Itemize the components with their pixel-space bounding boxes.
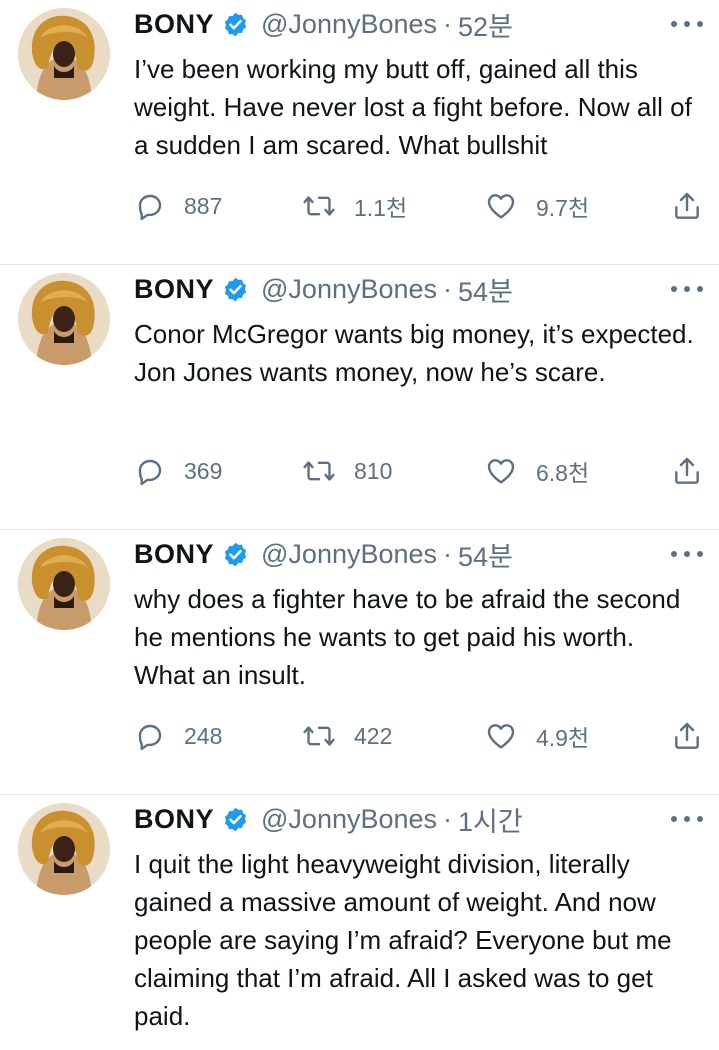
tweet-text: I quit the light heavyweight division, l… — [134, 849, 679, 1031]
like-count: 4.9천 — [536, 725, 590, 751]
like-button[interactable]: 9.7천 — [484, 186, 589, 226]
tweet[interactable]: BONY @JonnyBones · 54분 Conor McGregor wa… — [0, 265, 719, 530]
reply-button[interactable]: 887 — [134, 186, 222, 226]
display-name[interactable]: BONY — [134, 804, 214, 835]
retweet-button[interactable]: 422 — [302, 716, 392, 756]
retweet-count: 422 — [354, 722, 393, 749]
share-button[interactable] — [671, 186, 703, 226]
verified-badge-icon — [222, 276, 249, 303]
timestamp[interactable]: 54분 — [458, 535, 513, 574]
handle[interactable]: @JonnyBones — [261, 539, 437, 570]
retweet-count: 810 — [354, 457, 393, 484]
avatar[interactable] — [18, 538, 110, 630]
handle[interactable]: @JonnyBones — [261, 804, 437, 835]
tweet-text: Conor McGregor wants big money, it’s exp… — [134, 319, 701, 387]
separator: · — [443, 803, 453, 834]
display-name[interactable]: BONY — [134, 274, 214, 305]
retweet-button[interactable]: 810 — [302, 451, 392, 491]
avatar[interactable] — [18, 8, 110, 100]
timestamp[interactable]: 1시간 — [458, 800, 523, 839]
like-button[interactable]: 6.8천 — [484, 451, 589, 491]
reply-count: 369 — [184, 457, 223, 484]
verified-badge-icon — [222, 541, 249, 568]
tweet-text: I’ve been working my butt off, gained al… — [134, 54, 700, 160]
tweet[interactable]: BONY @JonnyBones · 52분 I’ve been working… — [0, 0, 719, 265]
action-bar: 887 1.1천 9.7천 — [134, 186, 703, 226]
tweet-text: why does a fighter have to be afraid the… — [134, 584, 688, 690]
like-count: 9.7천 — [536, 195, 590, 221]
share-icon — [675, 457, 699, 484]
timestamp[interactable]: 52분 — [458, 5, 513, 44]
share-icon — [675, 722, 699, 749]
share-button[interactable] — [671, 716, 703, 756]
display-name[interactable]: BONY — [134, 539, 214, 570]
retweet-button[interactable]: 1.1천 — [302, 186, 407, 226]
separator: · — [443, 273, 453, 304]
handle[interactable]: @JonnyBones — [261, 274, 437, 305]
tweet[interactable]: BONY @JonnyBones · 1시간 I quit the light … — [0, 795, 719, 1050]
handle[interactable]: @JonnyBones — [261, 9, 437, 40]
share-icon — [675, 192, 699, 219]
reply-button[interactable]: 248 — [134, 716, 222, 756]
timestamp[interactable]: 54분 — [458, 270, 513, 309]
share-button[interactable] — [671, 451, 703, 491]
like-button[interactable]: 4.9천 — [484, 716, 589, 756]
separator: · — [443, 8, 453, 39]
heart-icon — [487, 724, 515, 749]
more-icon[interactable] — [671, 544, 703, 564]
more-icon[interactable] — [671, 279, 703, 299]
more-icon[interactable] — [671, 14, 703, 34]
action-bar: 248 422 4.9천 — [134, 716, 703, 756]
reply-icon — [138, 194, 162, 221]
more-icon[interactable] — [671, 809, 703, 829]
avatar[interactable] — [18, 803, 110, 895]
separator: · — [443, 538, 453, 569]
verified-badge-icon — [222, 806, 249, 833]
like-count: 6.8천 — [536, 460, 590, 486]
reply-icon — [138, 459, 162, 486]
retweet-count: 1.1천 — [354, 195, 408, 221]
verified-badge-icon — [222, 11, 249, 38]
action-bar: 369 810 6.8천 — [134, 451, 703, 491]
retweet-icon — [303, 461, 335, 481]
tweet[interactable]: BONY @JonnyBones · 54분 why does a fighte… — [0, 530, 719, 795]
reply-button[interactable]: 369 — [134, 451, 222, 491]
heart-icon — [487, 459, 515, 484]
avatar[interactable] — [18, 273, 110, 365]
heart-icon — [487, 194, 515, 219]
retweet-icon — [303, 726, 335, 746]
reply-icon — [138, 724, 162, 751]
display-name[interactable]: BONY — [134, 9, 214, 40]
reply-count: 887 — [184, 192, 223, 219]
retweet-icon — [303, 196, 335, 216]
reply-count: 248 — [184, 722, 223, 749]
